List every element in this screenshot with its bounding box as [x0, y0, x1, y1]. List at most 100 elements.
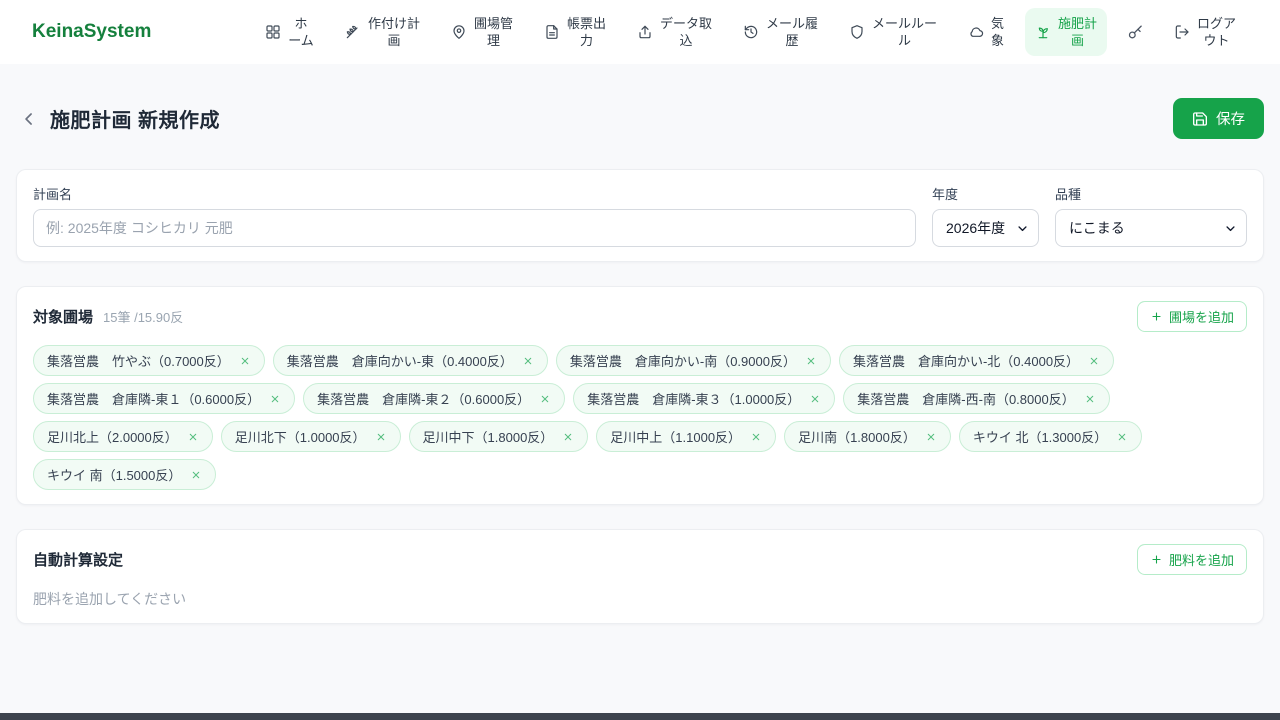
chip-remove-button[interactable]	[1088, 355, 1100, 367]
nav-item-report-output[interactable]: 帳票出力	[534, 8, 616, 56]
chip-remove-button[interactable]	[925, 431, 937, 443]
save-button-label: 保存	[1216, 112, 1245, 128]
field-chip-label: 集落営農 倉庫向かい-東（0.4000反）	[286, 354, 513, 369]
file-icon	[544, 24, 560, 40]
year-group: 年度 2026年度	[932, 184, 1039, 247]
nav-item-data-import[interactable]: データ取込	[627, 8, 722, 56]
save-icon	[1192, 111, 1208, 127]
nav-item-label: ログアウト	[1197, 15, 1237, 48]
field-chip: キウイ 北（1.3000反）	[958, 421, 1143, 452]
year-select[interactable]: 2026年度	[932, 209, 1039, 247]
page-content: 施肥計画 新規作成 保存 計画名 年度 2026年度 品種	[0, 98, 1280, 624]
add-field-button[interactable]: 圃場を追加	[1136, 301, 1247, 332]
target-fields-card: 対象圃場 15筆 /15.90反 圃場を追加 集落営農 竹やぶ（0.7000反）…	[16, 286, 1264, 505]
x-icon	[805, 355, 817, 367]
x-icon	[269, 393, 281, 405]
chip-remove-button[interactable]	[269, 393, 281, 405]
nav-item-label: ホーム	[288, 15, 314, 48]
nav-item-mail-history[interactable]: メール履歴	[733, 8, 828, 56]
year-label: 年度	[932, 187, 959, 202]
nav-item-label: メールルール	[872, 15, 938, 48]
field-chip-label: 足川中下（1.8000反）	[422, 430, 554, 445]
add-fertilizer-button[interactable]: 肥料を追加	[1136, 544, 1247, 575]
upload-icon	[637, 24, 653, 40]
save-button[interactable]: 保存	[1173, 98, 1264, 139]
plan-name-label: 計画名	[33, 187, 73, 202]
shield-icon	[849, 24, 865, 40]
chip-remove-button[interactable]	[809, 393, 821, 405]
x-icon	[1116, 431, 1128, 443]
variety-label: 品種	[1055, 187, 1082, 202]
x-icon	[562, 431, 574, 443]
top-navbar: KeinaSystem ホーム 作付け計画 圃場管理 帳票出力 データ取込 メー…	[0, 0, 1280, 64]
nav-item-label: 作付け計画	[368, 15, 421, 48]
chip-remove-button[interactable]	[375, 431, 387, 443]
nav-item-label: 圃場管理	[474, 15, 514, 48]
wheat-icon	[345, 24, 361, 40]
map-pin-icon	[451, 24, 467, 40]
chip-remove-button[interactable]	[187, 431, 199, 443]
chip-remove-button[interactable]	[190, 469, 202, 481]
field-chip-list: 集落営農 竹やぶ（0.7000反） 集落営農 倉庫向かい-東（0.4000反） …	[33, 345, 1247, 490]
grid-icon	[265, 24, 281, 40]
variety-select[interactable]: にこまる	[1055, 209, 1247, 247]
chip-remove-button[interactable]	[805, 355, 817, 367]
field-chip-label: 集落営農 倉庫隣-西-南（0.8000反）	[857, 392, 1075, 407]
nav-item-label: データ取込	[660, 15, 713, 48]
key-icon	[1127, 24, 1144, 41]
nav-item-label: 施肥計画	[1058, 15, 1098, 48]
field-chip-label: 足川南（1.8000反）	[798, 430, 916, 445]
chip-remove-button[interactable]	[750, 431, 762, 443]
auto-calc-title: 自動計算設定	[33, 552, 124, 569]
variety-group: 品種 にこまる	[1055, 184, 1247, 247]
auto-calc-card: 自動計算設定 肥料を追加 肥料を追加してください	[16, 529, 1264, 624]
page-header: 施肥計画 新規作成 保存	[16, 98, 1264, 139]
nav-item-planting-plan[interactable]: 作付け計画	[335, 8, 430, 56]
field-chip-label: 足川北上（2.0000反）	[47, 430, 178, 445]
field-chip: 集落営農 倉庫向かい-北（0.4000反）	[838, 345, 1115, 376]
nav-item-logout[interactable]: ログアウト	[1164, 8, 1246, 56]
plus-icon	[1150, 553, 1163, 566]
nav-item-fertilization-plan[interactable]: 施肥計画	[1025, 7, 1107, 57]
chip-remove-button[interactable]	[239, 355, 251, 367]
x-icon	[190, 469, 202, 481]
field-chip: 足川中下（1.8000反）	[408, 421, 589, 452]
x-icon	[809, 393, 821, 405]
field-chip: 足川北上（2.0000反）	[33, 421, 213, 452]
chip-remove-button[interactable]	[522, 355, 534, 367]
nav-item-mail-rules[interactable]: メールルール	[839, 8, 947, 56]
field-chip: 集落営農 倉庫向かい-東（0.4000反）	[272, 345, 548, 376]
field-chip: キウイ 南（1.5000反）	[33, 459, 217, 490]
chip-remove-button[interactable]	[562, 431, 574, 443]
plus-icon	[1150, 310, 1163, 323]
field-chip: 集落営農 倉庫隣-東３（1.0000反）	[573, 383, 836, 414]
target-fields-summary: 15筆 /15.90反	[103, 310, 184, 325]
nav-item-weather[interactable]: 気象	[958, 8, 1014, 56]
chip-remove-button[interactable]	[1116, 431, 1128, 443]
nav-item-home[interactable]: ホーム	[255, 8, 324, 56]
field-chip: 集落営農 倉庫隣-西-南（0.8000反）	[843, 383, 1110, 414]
page-title: 施肥計画 新規作成	[50, 110, 221, 132]
nav-item-label: 気象	[991, 15, 1005, 48]
x-icon	[522, 355, 534, 367]
password-key-button[interactable]	[1118, 16, 1153, 49]
nav-item-field-management[interactable]: 圃場管理	[441, 8, 523, 56]
chip-remove-button[interactable]	[539, 393, 551, 405]
field-chip-label: 集落営農 竹やぶ（0.7000反）	[47, 354, 230, 369]
plan-form-card: 計画名 年度 2026年度 品種 にこまる	[16, 169, 1264, 262]
x-icon	[375, 431, 387, 443]
x-icon	[1088, 355, 1100, 367]
target-fields-title: 対象圃場	[33, 309, 94, 326]
x-icon	[539, 393, 551, 405]
field-chip: 足川中上（1.1000反）	[596, 421, 777, 452]
x-icon	[239, 355, 251, 367]
main-nav: ホーム 作付け計画 圃場管理 帳票出力 データ取込 メール履歴 メールルール 気…	[255, 7, 1246, 57]
field-chip-label: 集落営農 倉庫向かい-北（0.4000反）	[852, 354, 1080, 369]
chip-remove-button[interactable]	[1084, 393, 1096, 405]
x-icon	[1084, 393, 1096, 405]
x-icon	[925, 431, 937, 443]
back-button[interactable]	[16, 106, 42, 132]
history-icon	[743, 24, 759, 40]
add-field-button-label: 圃場を追加	[1168, 310, 1234, 325]
plan-name-input[interactable]	[33, 209, 916, 247]
